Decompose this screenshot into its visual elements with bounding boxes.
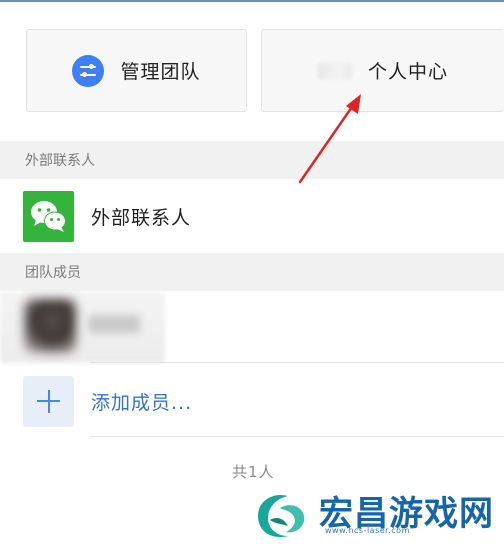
red-arrow-icon (298, 94, 361, 184)
watermark-url: www.hcs-laser.com (325, 526, 410, 535)
watermark-logo-icon (258, 494, 305, 538)
